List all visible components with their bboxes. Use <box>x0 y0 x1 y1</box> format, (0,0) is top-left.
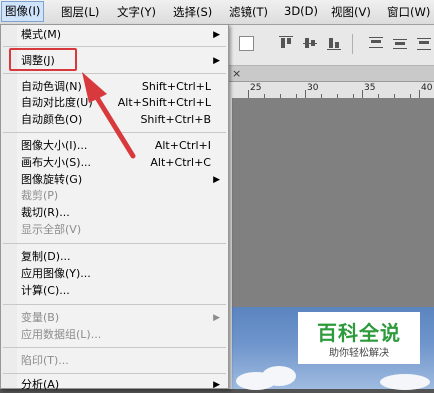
annotation-arrow-icon <box>82 72 136 159</box>
